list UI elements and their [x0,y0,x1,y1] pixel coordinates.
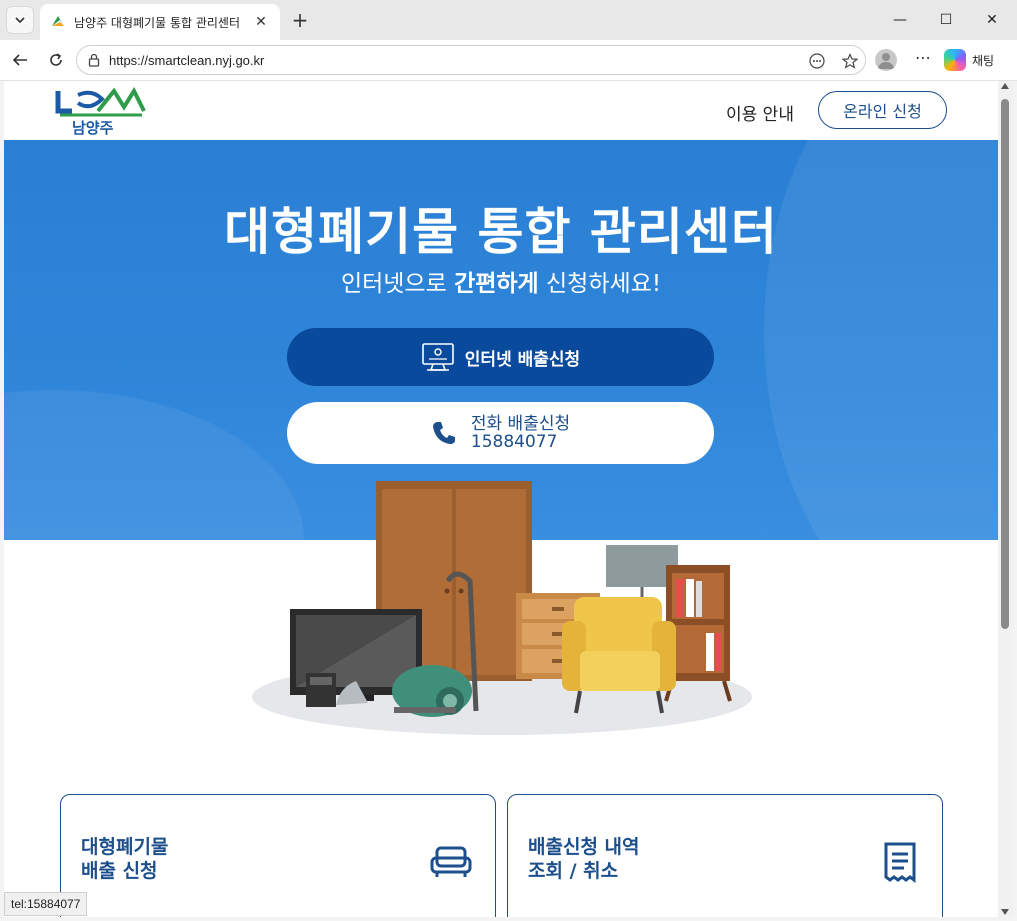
hero-banner: 대형폐기물 통합 관리센터 인터넷으로 간편하게 신청하세요! 인터넷 배출신청… [4,140,998,540]
profile-avatar[interactable] [875,49,897,71]
application-history-card[interactable]: 배출신청 내역 조회 / 취소 [507,794,943,917]
site-favicon-icon [52,16,64,26]
chat-label: 채팅 [972,53,995,68]
hero-title: 대형폐기물 통합 관리센터 [224,203,778,261]
minimize-button[interactable]: — [877,0,923,40]
tab-close-icon[interactable]: ✕ [252,14,270,30]
card-title: 대형폐기물 배출 신청 [81,836,169,882]
phone-apply-button[interactable]: 전화 배출신청 15884077 [287,402,714,464]
browser-toolbar: https://smartclean.nyj.go.kr ⋯ 채팅 [0,40,1017,81]
maximize-button[interactable]: ☐ [923,0,969,40]
close-window-button[interactable]: ✕ [969,0,1015,40]
browser-titlebar: 남양주 대형폐기물 통합 관리센터 ✕ + — ☐ ✕ [0,0,1017,40]
browser-status-bar: tel:15884077 [4,892,88,916]
bulky-waste-apply-card[interactable]: 대형폐기물 배출 신청 [60,794,496,917]
reload-button[interactable] [42,46,70,74]
chevron-down-icon [15,17,25,24]
computer-icon [421,343,454,371]
phone-number: 15884077 [470,432,558,452]
url-text: https://smartclean.nyj.go.kr [109,52,265,68]
scrollbar-thumb[interactable] [1001,99,1009,629]
copilot-icon [944,49,966,71]
page-viewport: 남양주 이용 안내 온라인 신청 대형폐기물 통합 관리센터 인터넷으로 간편하… [4,81,998,917]
copilot-chat-button[interactable]: 채팅 [944,46,1008,74]
address-bar[interactable]: https://smartclean.nyj.go.kr [76,45,866,75]
receipt-icon [884,842,916,883]
phone-apply-label: 전화 배출신청 [470,414,571,434]
phone-icon [432,422,455,444]
site-header: 남양주 이용 안내 온라인 신청 [4,81,998,140]
back-button[interactable] [6,46,34,74]
favorite-star-icon[interactable] [840,51,860,71]
internet-apply-button[interactable]: 인터넷 배출신청 [287,328,714,386]
logo-text: 남양주 [72,119,114,137]
lock-icon [88,53,100,67]
more-options-icon[interactable]: ⋯ [912,48,934,70]
page-scrollbar[interactable] [998,81,1013,917]
nav-online-apply-button[interactable]: 온라인 신청 [818,91,947,129]
sofa-icon [430,846,472,877]
nav-usage-guide[interactable]: 이용 안내 [726,100,794,125]
card-title: 배출신청 내역 조회 / 취소 [528,836,640,882]
browser-tab[interactable]: 남양주 대형폐기물 통합 관리센터 ✕ [40,4,280,40]
internet-apply-label: 인터넷 배출신청 [464,349,581,370]
furniture-illustration [252,481,752,735]
tab-title: 남양주 대형폐기물 통합 관리센터 [74,15,241,30]
new-tab-button[interactable]: + [288,8,312,32]
hero-subtitle: 인터넷으로 간편하게 신청하세요! [340,271,662,297]
reader-options-icon[interactable] [807,51,827,71]
arrow-left-icon [12,54,27,66]
tab-list-button[interactable] [6,6,34,34]
reload-icon [50,53,62,66]
